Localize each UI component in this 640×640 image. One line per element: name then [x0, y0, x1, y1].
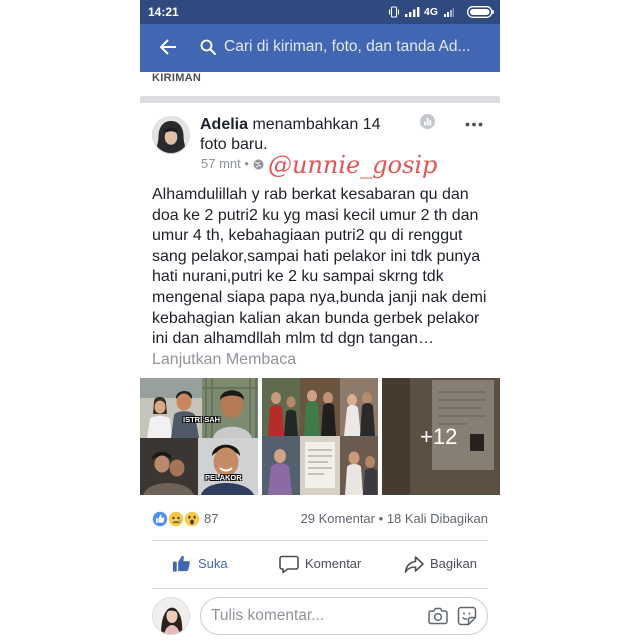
app-header — [140, 24, 500, 72]
wow-reaction-icon — [184, 511, 200, 527]
post-text-line: ini dan alhamdllah mlm td dgn tangan… — [152, 330, 434, 348]
more-options-icon[interactable] — [465, 122, 483, 127]
status-time: 14:21 — [148, 5, 179, 19]
photo-label-pelakor: PELAKOR — [205, 473, 242, 482]
reaction-count[interactable]: 87 — [204, 511, 218, 527]
divider — [152, 588, 488, 589]
post-body: Alhamdulillah y rab berkat kesabaran qu … — [152, 185, 492, 370]
comment-label: Komentar — [305, 556, 362, 571]
camera-icon[interactable] — [428, 607, 448, 625]
secondary-signal-icon — [444, 8, 454, 17]
engagement-summary: 29 Komentar • 18 Kali Dibagikan — [301, 511, 488, 527]
screenshot-frame: 14:21 4G KIRIMAN — [0, 0, 640, 640]
section-separator — [140, 96, 500, 103]
author-name[interactable]: Adelia — [200, 116, 248, 133]
post-text-line: Alhamdulillah y rab berkat kesabaran qu … — [152, 186, 469, 203]
like-label: Suka — [198, 556, 228, 571]
post-text-line: sang pelakor,sampai hati pelakor ini tdk… — [152, 247, 481, 265]
share-label: Bagikan — [430, 556, 477, 571]
share-count[interactable]: 18 Kali Dibagikan — [387, 511, 488, 526]
post-text-line: kebahagian kalian akan bunda gerbek pela… — [152, 309, 480, 327]
author-avatar[interactable] — [152, 116, 190, 154]
post-meta: 57 mnt • — [201, 156, 249, 172]
photo-label-istri-sah: ISTRI SAH — [183, 415, 221, 424]
section-label: KIRIMAN — [152, 72, 202, 84]
status-bar: 14:21 4G — [140, 0, 500, 24]
read-more-link[interactable]: Lanjutkan Membaca — [152, 350, 492, 371]
insights-icon[interactable] — [420, 114, 435, 129]
post-text-line: mengenal siapa papa nya,bunda janji nak … — [152, 288, 487, 306]
sticker-icon[interactable] — [457, 606, 477, 626]
comment-bubble-icon — [279, 554, 299, 574]
sad-reaction-icon — [168, 511, 184, 527]
share-button[interactable]: Bagikan — [396, 550, 490, 578]
post-timestamp[interactable]: 57 mnt — [201, 156, 241, 171]
comment-count[interactable]: 29 Komentar — [301, 511, 375, 526]
post-text-line: doa ke 2 putri2 ku yg masi kecil umur 2 … — [152, 206, 479, 224]
reaction-icons[interactable] — [152, 511, 202, 527]
vibrate-icon — [388, 6, 400, 18]
search-icon — [200, 39, 216, 55]
photo-tile-2[interactable] — [262, 378, 378, 495]
back-arrow-icon[interactable] — [159, 39, 177, 55]
search-input[interactable] — [224, 36, 486, 58]
thumbs-up-icon — [172, 554, 191, 573]
photo-tile-1[interactable]: ISTRI SAH PELAKOR — [140, 378, 258, 495]
globe-icon — [253, 159, 264, 170]
battery-icon — [467, 6, 494, 18]
network-type: 4G — [424, 6, 439, 18]
comment-button[interactable]: Komentar — [272, 550, 372, 578]
post-text-line: umur 4 th, kebahagiaan putri2 qu di reng… — [152, 227, 463, 245]
meta-separator: • — [244, 156, 249, 171]
phone-screen: 14:21 4G KIRIMAN — [140, 0, 500, 640]
like-reaction-icon — [152, 511, 168, 527]
like-button[interactable]: Suka — [164, 550, 254, 578]
watermark-text: @unnie_gosip — [268, 151, 438, 179]
share-arrow-icon — [404, 554, 424, 574]
post-headline: Adelia menambahkan 14 foto baru. — [200, 115, 400, 155]
user-avatar[interactable] — [152, 597, 190, 635]
post-text-line: hati nurani,putri ke 2 ku sampai skrng t… — [152, 268, 444, 286]
divider — [152, 540, 488, 541]
photo-tile-3-more[interactable]: +12 — [382, 378, 500, 495]
signal-strength-icon — [405, 7, 420, 17]
more-photos-count: +12 — [420, 424, 458, 449]
engagement-separator: • — [378, 511, 384, 526]
